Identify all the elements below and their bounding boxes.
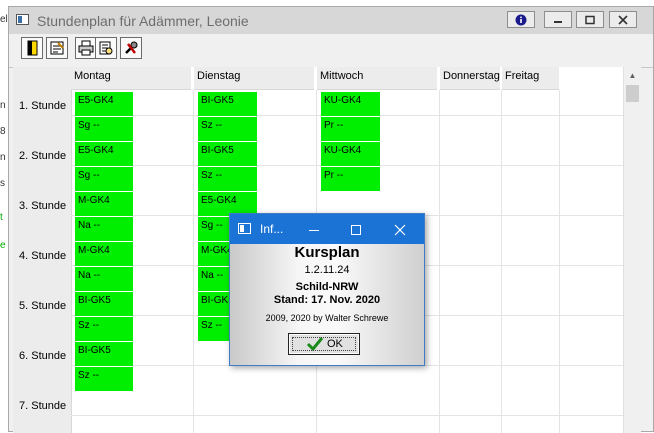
lesson-cell[interactable]: Na --	[75, 217, 133, 241]
lesson-cell[interactable]: BI-GK5	[75, 342, 133, 366]
grid-divider	[559, 90, 560, 433]
edit-schedule-button[interactable]	[46, 37, 68, 59]
lesson-cell[interactable]: BI-GK5	[198, 92, 257, 116]
lesson-cell[interactable]: Sz --	[198, 117, 257, 141]
dialog-title: Inf...	[260, 222, 284, 236]
period-label: 5. Stunde	[19, 300, 67, 312]
grid-divider	[193, 90, 194, 433]
lesson-cell[interactable]: Na --	[75, 267, 133, 291]
period-label: 6. Stunde	[19, 350, 67, 362]
period-label: 3. Stunde	[19, 200, 67, 212]
info-button[interactable]	[507, 11, 535, 28]
day-header-freitag[interactable]: Freitag	[502, 67, 559, 90]
window-title: Stundenplan für Adämmer, Leonie	[37, 13, 249, 29]
close-icon	[618, 15, 628, 25]
grid-divider	[71, 415, 623, 416]
scrollbar-thumb[interactable]	[626, 85, 639, 102]
lesson-cell[interactable]: Pr --	[321, 117, 380, 141]
lesson-cell[interactable]: Sg --	[75, 117, 133, 141]
day-header-donnerstag[interactable]: Donnerstag	[440, 67, 500, 90]
app-version: 1.2.11.24	[304, 264, 350, 276]
period-label: 1. Stunde	[19, 100, 67, 112]
product-name: Schild-NRW	[295, 281, 359, 293]
print-icon	[78, 40, 94, 56]
ok-button-label: OK	[327, 338, 343, 350]
close-icon	[394, 224, 406, 235]
print-button[interactable]	[75, 37, 97, 59]
lesson-cell[interactable]: E5-GK4	[75, 142, 133, 166]
app-name: Kursplan	[294, 244, 360, 261]
print-preview-button[interactable]	[95, 37, 117, 59]
period-label: 4. Stunde	[19, 250, 67, 262]
lesson-cell[interactable]: Sz --	[75, 317, 133, 341]
dialog-app-icon	[238, 223, 251, 234]
info-icon	[515, 14, 527, 26]
lesson-cell[interactable]: BI-GK5	[198, 142, 257, 166]
day-header-mittwoch[interactable]: Mittwoch	[317, 67, 437, 90]
info-dialog: Inf... Kursplan 1.2.11.24 Schild-NRW Sta…	[229, 213, 425, 366]
exit-button[interactable]	[21, 37, 43, 59]
lesson-cell[interactable]: Sg --	[75, 167, 133, 191]
settings-tools-icon	[125, 41, 138, 54]
maximize-button[interactable]	[576, 11, 604, 28]
dialog-maximize-button[interactable]	[334, 214, 378, 244]
lesson-cell[interactable]: KU-GK4	[321, 92, 380, 116]
day-header-dienstag[interactable]: Dienstag	[194, 67, 314, 90]
release-date: Stand: 17. Nov. 2020	[273, 294, 381, 306]
minimize-icon	[554, 21, 562, 23]
minimize-icon	[309, 229, 319, 231]
print-preview-icon	[99, 41, 113, 55]
edit-schedule-icon	[50, 41, 64, 55]
toolbar	[9, 34, 653, 68]
minimize-button[interactable]	[544, 11, 572, 28]
dialog-body: Kursplan 1.2.11.24 Schild-NRW Stand: 17.…	[230, 244, 424, 365]
lesson-cell[interactable]: M-GK4	[75, 242, 133, 266]
maximize-icon	[585, 15, 595, 25]
copyright-text: 2009, 2020 by Walter Schrewe	[265, 313, 389, 323]
scroll-up-arrow-icon[interactable]: ▲	[624, 67, 641, 84]
window-titlebar[interactable]: Stundenplan für Adämmer, Leonie	[9, 7, 653, 34]
lesson-cell[interactable]: Sz --	[75, 367, 133, 391]
grid-divider	[501, 90, 502, 433]
ok-button[interactable]: OK	[288, 333, 360, 355]
checkmark-icon	[306, 337, 324, 352]
lesson-cell[interactable]: Pr --	[321, 167, 380, 191]
window-app-icon	[16, 14, 29, 25]
period-label: 7. Stunde	[19, 400, 67, 412]
close-button[interactable]	[609, 11, 637, 28]
dialog-titlebar[interactable]: Inf...	[230, 214, 424, 244]
day-header-montag[interactable]: Montag	[71, 67, 191, 90]
maximize-icon	[351, 224, 361, 235]
grid-divider	[439, 90, 440, 433]
exit-door-icon	[27, 40, 38, 56]
period-label: 2. Stunde	[19, 150, 67, 162]
settings-button[interactable]	[120, 37, 142, 59]
lesson-cell[interactable]: M-GK4	[75, 192, 133, 216]
lesson-cell[interactable]: KU-GK4	[321, 142, 380, 166]
dialog-close-button[interactable]	[378, 214, 422, 244]
lesson-cell[interactable]: E5-GK4	[75, 92, 133, 116]
lesson-cell[interactable]: Sz --	[198, 167, 257, 191]
vertical-scrollbar[interactable]: ▲	[623, 67, 641, 433]
dialog-minimize-button[interactable]	[292, 214, 336, 244]
lesson-cell[interactable]: BI-GK5	[75, 292, 133, 316]
